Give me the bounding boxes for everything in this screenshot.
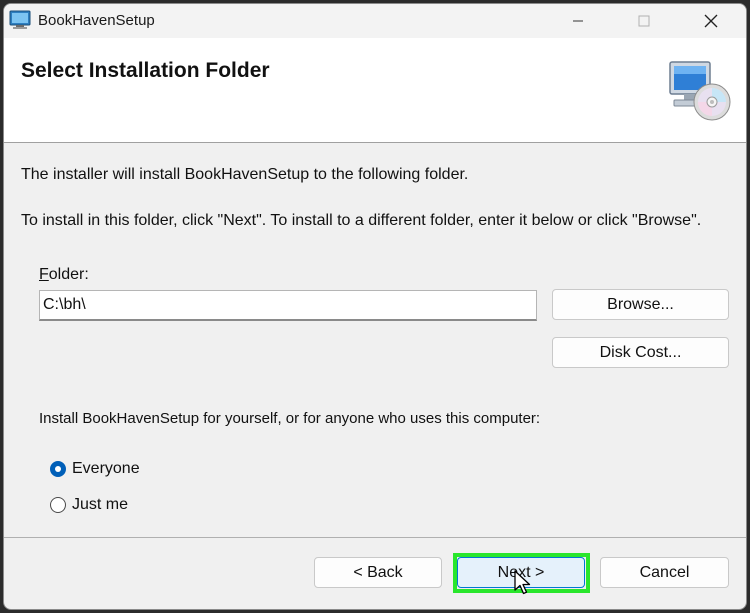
radio-everyone-label: Everyone [72,460,140,477]
page-title: Select Installation Folder [21,59,270,82]
radio-just-me[interactable]: Just me [50,496,128,514]
close-icon [704,14,718,28]
installer-window: BookHavenSetup Select Installation Folde… [3,3,747,610]
maximize-icon [638,15,650,27]
browse-button[interactable]: Browse... [552,289,729,320]
back-button[interactable]: < Back [314,557,442,588]
disk-cost-button[interactable]: Disk Cost... [552,337,729,368]
maximize-button[interactable] [621,4,667,38]
radio-button-unchecked[interactable] [50,497,66,513]
folder-label-mnemonic: F [39,266,49,283]
radio-button-checked[interactable] [50,461,66,477]
folder-path-input[interactable] [39,290,537,321]
intro-text: The installer will install BookHavenSetu… [21,166,469,183]
close-button[interactable] [688,4,734,38]
next-button[interactable]: Next > [457,557,585,588]
minimize-icon [573,20,583,22]
radio-just-me-label: Just me [72,496,129,513]
footer-divider [4,537,746,538]
instructions-text: To install in this folder, click "Next".… [21,212,702,229]
window-title: BookHavenSetup [38,12,155,29]
folder-label: Folder: [39,266,89,284]
dialog-header: Select Installation Folder [4,38,746,143]
cancel-button[interactable]: Cancel [600,557,729,588]
installer-app-icon [9,10,31,29]
install-scope-label: Install BookHavenSetup for yourself, or … [39,410,541,427]
minimize-button[interactable] [555,4,601,38]
folder-label-rest: older: [48,266,89,283]
title-bar: BookHavenSetup [4,4,746,38]
computer-cd-icon [669,61,731,121]
radio-everyone[interactable]: Everyone [50,460,140,478]
